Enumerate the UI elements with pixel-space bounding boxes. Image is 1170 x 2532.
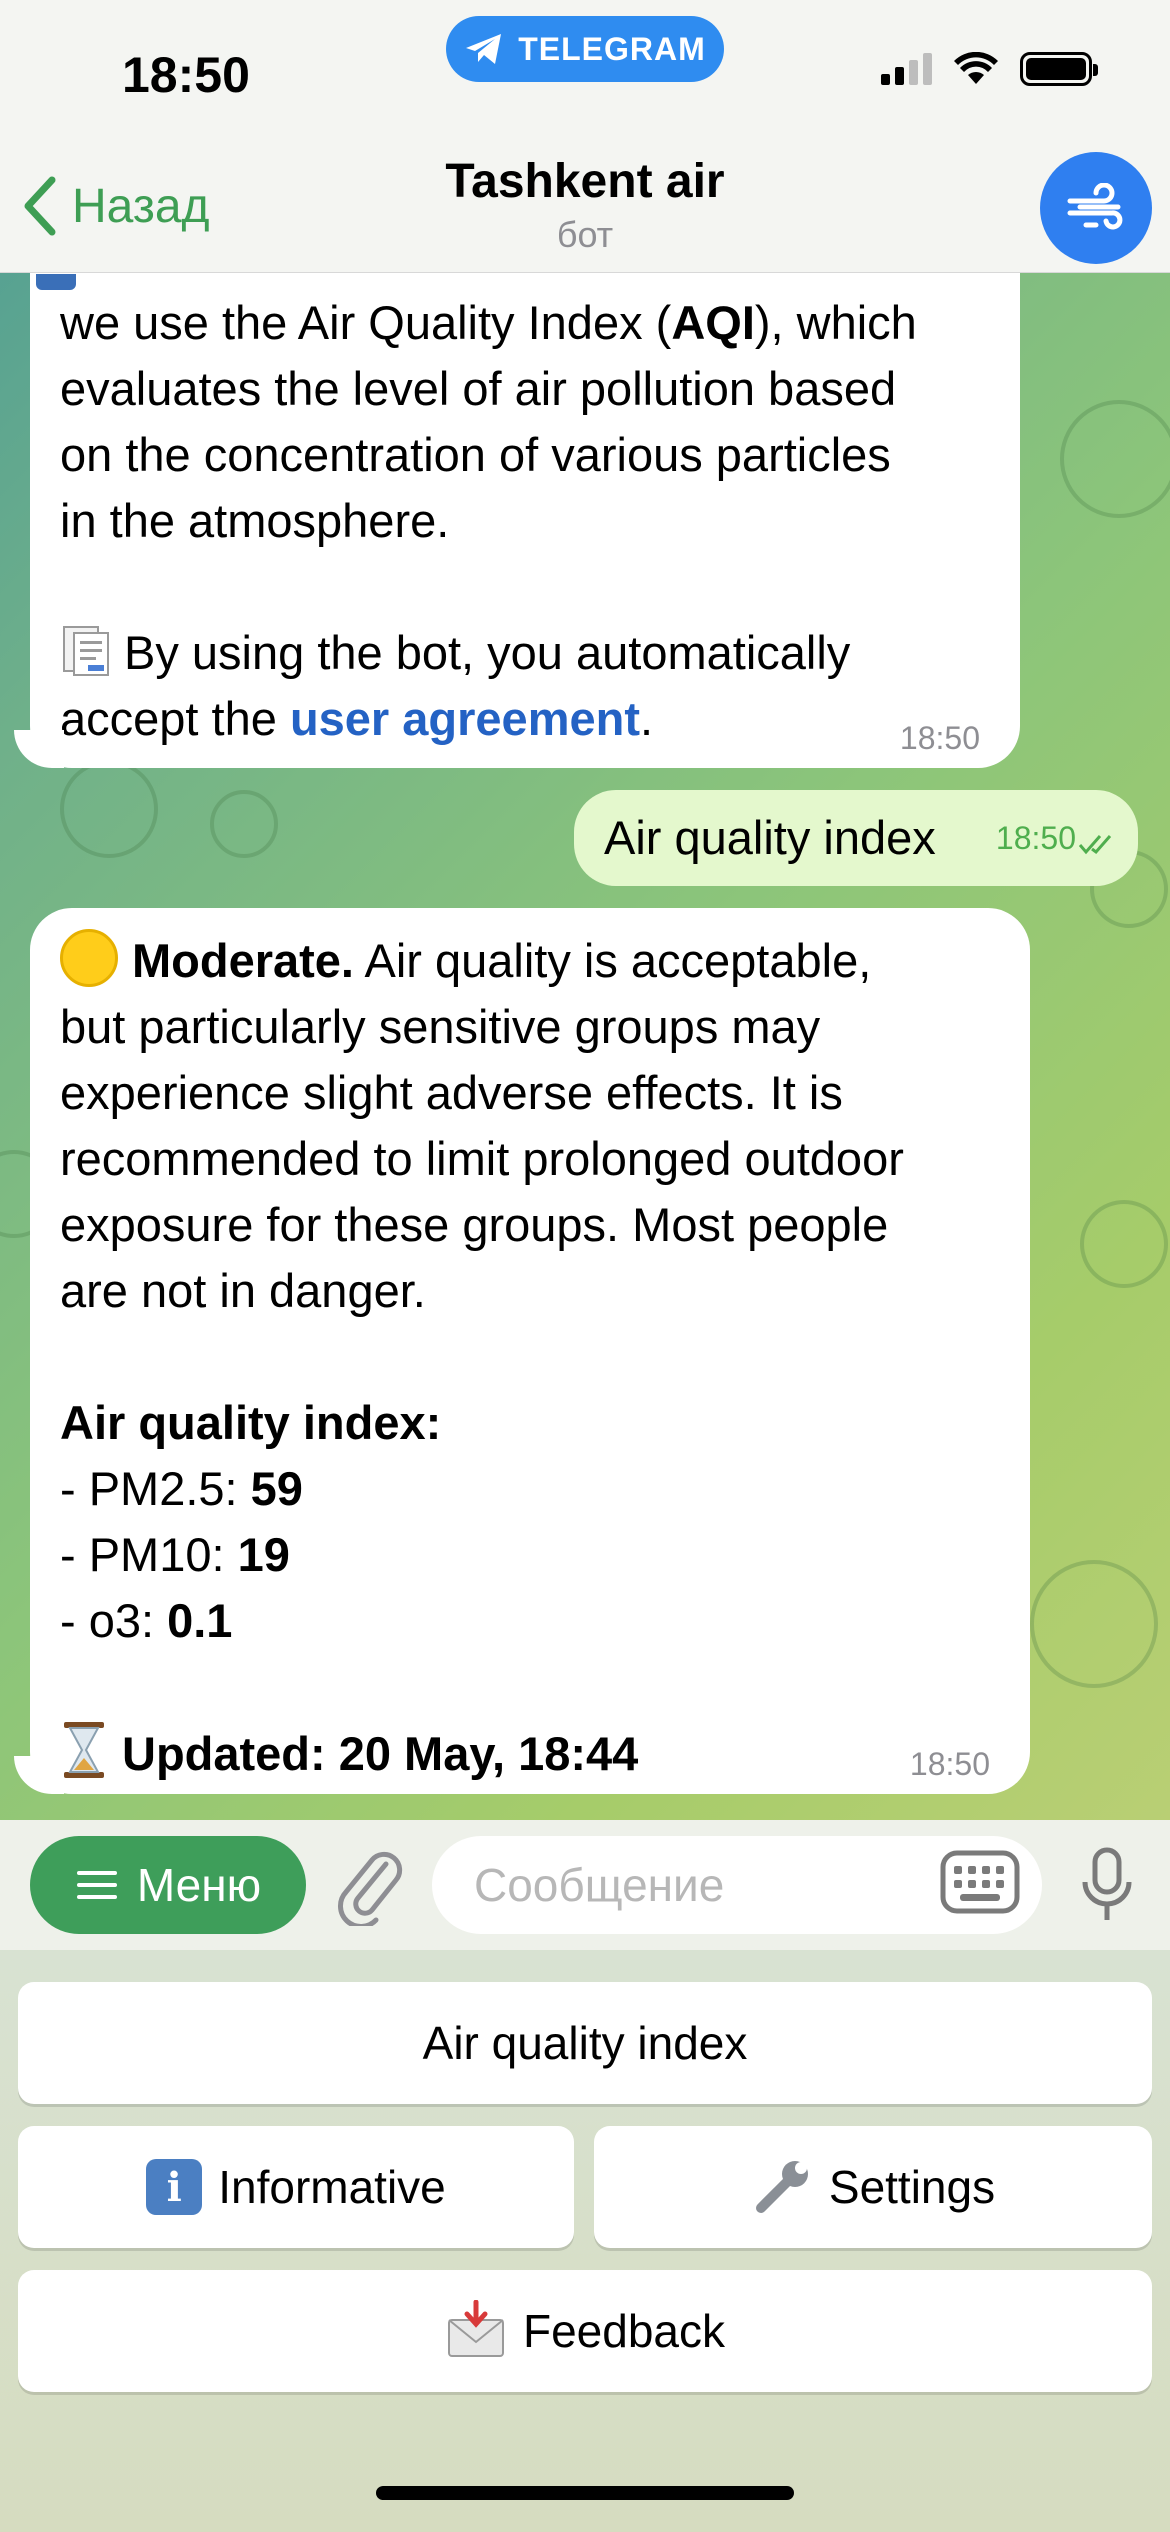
info-icon: i [146,2159,203,2215]
updated-line: Updated: 20 May, 18:44 [60,1720,1000,1797]
message-text: in the atmosphere. [60,494,450,547]
telegram-pill-label: TELEGRAM [518,30,706,67]
message-text: evaluates the level of air pollution bas… [60,362,897,415]
status-icons [881,52,1098,86]
informative-button[interactable]: i Informative [18,2126,574,2248]
index-heading: Air quality index: [60,1396,442,1449]
paperclip-icon[interactable] [334,1842,406,1926]
envelope-icon [447,2300,504,2357]
message-text: on the concentration of various particle… [60,428,891,481]
composer-bar: Меню Сообщение [0,1820,1170,1950]
chat-subtitle: бот [556,214,614,255]
hamburger-icon [76,1871,117,1899]
message-time: 18:50 [995,820,1076,856]
message-time: 18:50 [909,1746,990,1782]
settings-button[interactable]: Settings [594,2126,1152,2248]
keyboard-icon[interactable] [940,1850,1020,1914]
document-icon [60,623,112,677]
wind-icon [1067,183,1123,230]
yellow-circle-icon [60,929,118,987]
reading-o3: - o3: 0.1 [60,1594,233,1647]
double-check-icon [1078,835,1112,855]
message-text: accept the user agreement. [60,692,654,745]
message-text: Moderate. Air quality is acceptable, [60,928,1000,994]
microphone-icon[interactable] [1080,1846,1134,1926]
menu-button[interactable]: Меню [30,1836,306,1934]
chat-title[interactable]: Tashkent air [0,154,1170,209]
status-time: 18:50 [122,47,250,103]
reading-pm10: - PM10: 19 [60,1528,290,1581]
message-text: exposure for these groups. Most people [60,1198,889,1251]
telegram-pill[interactable]: TELEGRAM [446,16,724,82]
message-text: but particularly sensitive groups may [60,1000,821,1053]
home-indicator[interactable] [376,2486,794,2500]
button-label: Feedback [522,2305,725,2357]
hourglass-icon [60,1720,108,1797]
wrench-icon [755,2161,808,2213]
cellular-signal-icon [881,53,932,85]
message-text: experience slight adverse effects. It is [60,1066,843,1119]
message-text: Air quality index [604,811,936,864]
wifi-icon [954,52,998,84]
cropped-emoji [36,274,76,290]
button-label: Settings [828,2161,996,2213]
menu-label: Меню [136,1859,262,1911]
feedback-button[interactable]: Feedback [18,2270,1152,2392]
button-label: Air quality index [422,2017,748,2069]
message-text: we use the Air Quality Index (AQI), whic… [60,296,917,349]
bot-avatar[interactable] [1040,152,1152,264]
button-label: Informative [218,2161,446,2213]
air-quality-index-button[interactable]: Air quality index [18,1982,1152,2104]
message-text: are not in danger. [60,1264,426,1317]
message-text: recommended to limit prolonged outdoor [60,1132,904,1185]
battery-icon [1020,52,1098,86]
message-text: By using the bot, you automatically [60,620,990,686]
user-agreement-link[interactable]: user agreement [290,692,640,745]
message-bubble-outgoing: Air quality index 18:50 [574,790,1138,886]
message-time: 18:50 [899,720,980,756]
top-bar: 18:50 TELEGRAM Назад Tashkent air бот [0,0,1170,273]
reading-pm25: - PM2.5: 59 [60,1462,303,1515]
telegram-plane-icon [466,34,502,64]
reply-keyboard: Air quality index i Informative Settings… [0,1950,1170,2532]
message-bubble-info: we use the Air Quality Index (AQI), whic… [30,230,1020,768]
message-bubble-aqi-report: Moderate. Air quality is acceptable, but… [30,908,1030,1794]
